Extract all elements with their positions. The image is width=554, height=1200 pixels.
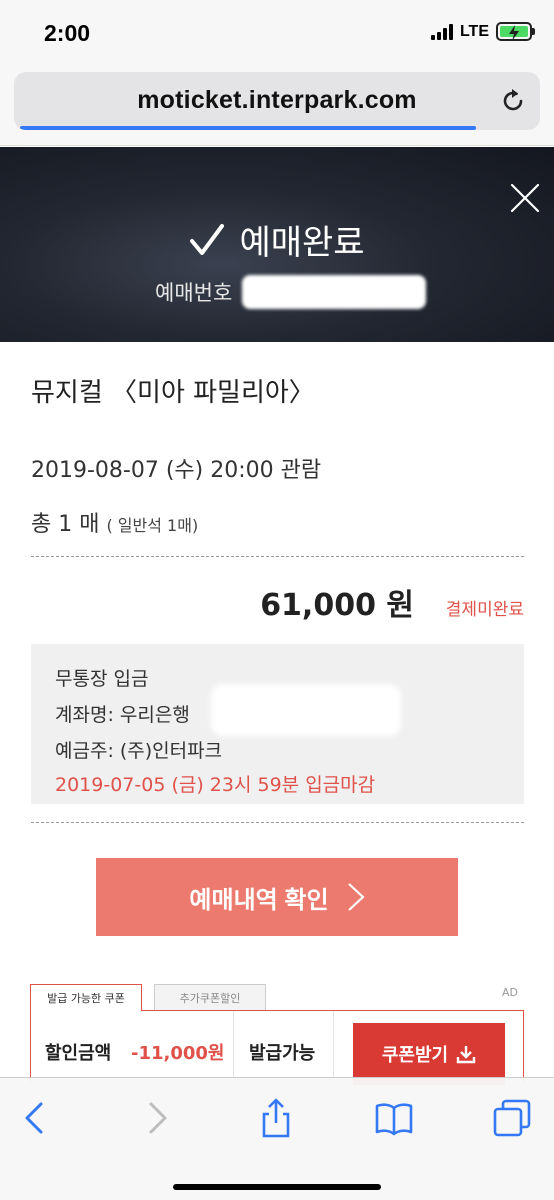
ticket-quantity-main: 총 1 매: [31, 512, 100, 537]
ticket-quantity-detail: ( 일반석 1매): [106, 516, 199, 535]
download-icon: [456, 1046, 476, 1064]
check-icon: [190, 223, 225, 255]
show-datetime: 2019-08-07 (수) 20:00 관람: [31, 458, 322, 483]
deposit-deadline: 2019-07-05 (금) 23시 59분 입금마감: [55, 774, 376, 796]
forward-icon[interactable]: [136, 1098, 176, 1138]
close-icon[interactable]: [510, 183, 540, 213]
account-holder: 예금주: (주)인터파크: [55, 740, 223, 762]
divider: [31, 556, 524, 557]
booking-number-row: 예매번호: [155, 275, 427, 309]
account-name: 계좌명: 우리은행: [55, 704, 190, 726]
tabs-icon[interactable]: [492, 1098, 532, 1138]
browser-toolbar: [0, 1077, 554, 1200]
divider: [233, 1011, 234, 1085]
ad-label: AD: [502, 986, 518, 999]
tab-available-coupons[interactable]: 발급 가능한 쿠폰: [30, 984, 142, 1011]
bank-deposit-info: 무통장 입금 계좌명: 우리은행 예금주: (주)인터파크 2019-07-05…: [31, 644, 524, 804]
ticket-quantity: 총 1 매 ( 일반석 1매): [31, 506, 198, 538]
home-indicator: [173, 1184, 381, 1190]
payment-status: 결제미완료: [445, 600, 524, 620]
booking-number-label: 예매번호: [155, 281, 233, 305]
address-bar[interactable]: moticket.interpark.com: [14, 72, 540, 130]
show-title: 뮤지컬 〈미아 파밀리아〉: [31, 378, 315, 408]
bookmarks-icon[interactable]: [374, 1098, 414, 1138]
browser-address-area: moticket.interpark.com: [0, 66, 554, 146]
url-text[interactable]: moticket.interpark.com: [14, 86, 540, 115]
back-icon[interactable]: [16, 1098, 56, 1138]
divider: [31, 822, 524, 823]
booking-complete-heading: 예매완료: [0, 215, 554, 264]
booking-complete-banner: 예매완료 예매번호: [0, 147, 554, 342]
payment-method: 무통장 입금: [55, 668, 149, 690]
issuable-label: 발급가능: [249, 1043, 316, 1064]
status-indicators: LTE: [430, 22, 535, 41]
total-price: 61,000 원: [260, 588, 414, 623]
account-number-redacted: [211, 684, 401, 736]
booking-complete-title: 예매완료: [239, 223, 365, 263]
share-icon[interactable]: [256, 1098, 296, 1138]
status-time: 2:00: [44, 20, 91, 46]
network-type: LTE: [459, 22, 489, 40]
chevron-right-icon: [347, 883, 365, 911]
reload-icon[interactable]: [498, 86, 528, 116]
booking-number-redacted: [242, 275, 427, 309]
status-bar: 2:00 LTE: [0, 0, 554, 66]
tab-extra-coupon[interactable]: 추가쿠폰할인: [154, 984, 266, 1010]
divider: [333, 1011, 334, 1085]
page-load-progress: [20, 126, 476, 130]
get-coupon-button[interactable]: 쿠폰받기: [353, 1023, 505, 1085]
discount-label: 할인금액: [45, 1043, 112, 1064]
get-coupon-label: 쿠폰받기: [381, 1045, 449, 1065]
view-booking-button[interactable]: 예매내역 확인: [96, 858, 458, 936]
battery-icon: [496, 22, 535, 41]
coupon-ad: 발급 가능한 쿠폰 추가쿠폰할인 AD 할인금액 -11,000원 발급가능 쿠…: [30, 984, 524, 1085]
signal-icon: [430, 23, 453, 40]
view-booking-label: 예매내역 확인: [189, 886, 329, 914]
discount-value: -11,000원: [131, 1043, 225, 1064]
coupon-body: 할인금액 -11,000원 발급가능 쿠폰받기: [30, 1010, 524, 1085]
